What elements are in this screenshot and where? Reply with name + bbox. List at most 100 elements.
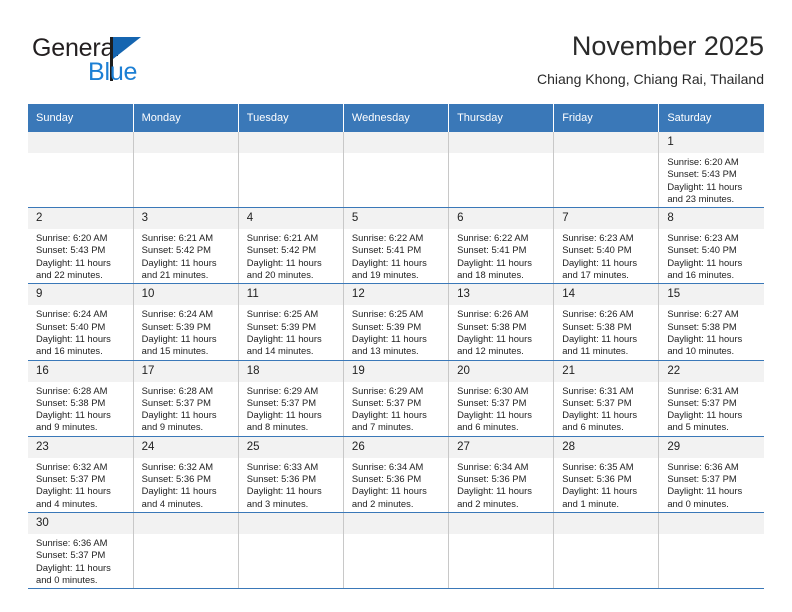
day-details: Sunrise: 6:28 AM Sunset: 5:38 PM Daylight:… [28, 382, 133, 436]
daylight-text-line1: Daylight: 11 hours [141, 409, 217, 421]
sunset-text: Sunset: 5:37 PM [562, 396, 632, 408]
daylight-text-line1: Daylight: 11 hours [351, 332, 427, 344]
day-number [133, 132, 238, 153]
day-details: Sunrise: 6:33 AM Sunset: 5:36 PM Daylight:… [239, 458, 343, 512]
calendar-day-cell[interactable]: 30 Sunrise: 6:36 AM Sunset: 5:37 PM Dayligh… [28, 512, 134, 590]
sunrise-text: Sunrise: 6:34 AM [457, 460, 529, 472]
calendar-day-cell[interactable]: 14 Sunrise: 6:26 AM Sunset: 5:38 PM Dayligh… [553, 283, 660, 361]
calendar-day-cell-empty [553, 132, 660, 209]
daylight-text-line2: and 2 minutes. [457, 497, 519, 509]
calendar-week-row: 2 Sunrise: 6:20 AM Sunset: 5:43 PM Daylight… [28, 207, 764, 285]
weekday-header-row: Sunday Monday Tuesday Wednesday Thursday… [28, 104, 764, 132]
sunrise-text: Sunrise: 6:32 AM [141, 460, 214, 472]
calendar-day-cell[interactable]: 8 Sunrise: 6:23 AM Sunset: 5:40 PM Daylight… [658, 207, 764, 285]
calendar-day-cell[interactable]: 4 Sunrise: 6:21 AM Sunset: 5:42 PM Daylight… [238, 207, 344, 285]
day-details: Sunrise: 6:34 AM Sunset: 5:36 PM Daylight:… [449, 458, 553, 512]
calendar-day-cell[interactable]: 18 Sunrise: 6:29 AM Sunset: 5:37 PM Dayligh… [238, 360, 344, 437]
calendar-day-cell[interactable]: 28 Sunrise: 6:35 AM Sunset: 5:36 PM Dayligh… [553, 436, 660, 513]
day-number: 19 [343, 360, 449, 382]
calendar-day-cell[interactable]: 3 Sunrise: 6:21 AM Sunset: 5:42 PM Daylight… [133, 207, 239, 285]
calendar-day-cell[interactable]: 16 Sunrise: 6:28 AM Sunset: 5:38 PM Dayligh… [28, 360, 134, 437]
calendar-day-cell[interactable]: 21 Sunrise: 6:31 AM Sunset: 5:37 PM Dayligh… [553, 360, 660, 437]
calendar-day-cell[interactable]: 20 Sunrise: 6:30 AM Sunset: 5:37 PM Dayligh… [448, 360, 555, 437]
day-details: Sunrise: 6:24 AM Sunset: 5:39 PM Daylight:… [134, 305, 238, 359]
sunset-text: Sunset: 5:37 PM [36, 473, 106, 485]
sunrise-text: Sunrise: 6:27 AM [667, 308, 739, 320]
sunrise-text: Sunrise: 6:25 AM [351, 308, 424, 320]
day-details: Sunrise: 6:29 AM Sunset: 5:37 PM Daylight:… [344, 382, 448, 436]
calendar-day-cell[interactable]: 7 Sunrise: 6:23 AM Sunset: 5:40 PM Daylight… [553, 207, 660, 285]
calendar-day-cell[interactable]: 22 Sunrise: 6:31 AM Sunset: 5:37 PM Dayligh… [658, 360, 764, 437]
calendar-day-cell[interactable]: 9 Sunrise: 6:24 AM Sunset: 5:40 PM Daylight… [28, 283, 134, 361]
daylight-text-line2: and 3 minutes. [246, 497, 309, 509]
calendar-week-row: 1 Sunrise: 6:20 AM Sunset: 5:43 PM Daylight… [28, 132, 764, 209]
day-number: 21 [554, 360, 659, 382]
title-block: November 2025 Chiang Khong, Chiang Rai, … [244, 30, 764, 88]
weekday-header-sunday: Sunday [28, 104, 134, 132]
day-details: Sunrise: 6:31 AM Sunset: 5:37 PM Daylight:… [659, 382, 764, 436]
weekday-header-tuesday: Tuesday [238, 104, 344, 132]
sunset-text: Sunset: 5:43 PM [36, 244, 106, 256]
sunset-text: Sunset: 5:38 PM [36, 396, 106, 408]
day-details: Sunrise: 6:36 AM Sunset: 5:37 PM Daylight:… [659, 458, 764, 512]
calendar-day-cell[interactable]: 23 Sunrise: 6:32 AM Sunset: 5:37 PM Dayligh… [28, 436, 134, 513]
calendar-day-cell[interactable]: 27 Sunrise: 6:34 AM Sunset: 5:36 PM Dayligh… [448, 436, 555, 513]
sunrise-text: Sunrise: 6:22 AM [351, 232, 424, 244]
calendar-day-cell-empty [133, 132, 239, 209]
calendar-day-cell[interactable]: 10 Sunrise: 6:24 AM Sunset: 5:39 PM Dayligh… [133, 283, 239, 361]
daylight-text-line2: and 22 minutes. [36, 269, 103, 281]
sunset-text: Sunset: 5:39 PM [246, 320, 317, 332]
calendar-day-cell[interactable]: 11 Sunrise: 6:25 AM Sunset: 5:39 PM Dayligh… [238, 283, 344, 361]
sunrise-text: Sunrise: 6:25 AM [246, 308, 319, 320]
calendar-day-cell[interactable]: 24 Sunrise: 6:32 AM Sunset: 5:36 PM Dayligh… [133, 436, 239, 513]
calendar-day-cell[interactable]: 5 Sunrise: 6:22 AM Sunset: 5:41 PM Daylight… [343, 207, 450, 285]
daylight-text-line1: Daylight: 11 hours [667, 256, 743, 268]
sunset-text: Sunset: 5:38 PM [457, 320, 527, 332]
triangle-flag-icon [113, 37, 141, 59]
calendar-day-cell-empty [553, 512, 660, 590]
calendar-day-cell[interactable]: 1 Sunrise: 6:20 AM Sunset: 5:43 PM Daylight… [658, 132, 764, 209]
day-number [554, 132, 659, 153]
calendar-day-cell-empty [343, 132, 450, 209]
day-number: 14 [554, 284, 659, 306]
daylight-text-line1: Daylight: 11 hours [562, 332, 638, 344]
calendar-day-cell[interactable]: 6 Sunrise: 6:22 AM Sunset: 5:41 PM Daylight… [448, 207, 555, 285]
sunrise-text: Sunrise: 6:20 AM [36, 232, 108, 244]
sunrise-text: Sunrise: 6:35 AM [562, 460, 634, 472]
brand-logo[interactable]: General Blue [32, 34, 212, 90]
calendar-day-cell[interactable]: 29 Sunrise: 6:36 AM Sunset: 5:37 PM Dayligh… [658, 436, 764, 513]
page-header: General Blue November 2025 Chiang Khong,… [28, 30, 764, 100]
calendar-day-cell[interactable]: 13 Sunrise: 6:26 AM Sunset: 5:38 PM Dayligh… [448, 283, 555, 361]
daylight-text-line1: Daylight: 11 hours [246, 256, 322, 268]
day-number: 18 [238, 360, 343, 382]
day-details: Sunrise: 6:25 AM Sunset: 5:39 PM Daylight:… [344, 305, 448, 359]
calendar-day-cell[interactable]: 19 Sunrise: 6:29 AM Sunset: 5:37 PM Dayligh… [343, 360, 450, 437]
sunrise-text: Sunrise: 6:23 AM [562, 232, 634, 244]
day-number: 22 [659, 360, 764, 382]
calendar-week-row: 9 Sunrise: 6:24 AM Sunset: 5:40 PM Daylight… [28, 283, 764, 361]
sunrise-text: Sunrise: 6:24 AM [141, 308, 214, 320]
weekday-header-saturday: Saturday [658, 104, 764, 132]
calendar-day-cell[interactable]: 2 Sunrise: 6:20 AM Sunset: 5:43 PM Daylight… [28, 207, 134, 285]
brand-name-secondary: Blue [88, 58, 138, 86]
daylight-text-line2: and 1 minute. [562, 497, 620, 509]
calendar-day-cell[interactable]: 12 Sunrise: 6:25 AM Sunset: 5:39 PM Dayligh… [343, 283, 450, 361]
day-details: Sunrise: 6:36 AM Sunset: 5:37 PM Daylight:… [28, 534, 133, 588]
sunrise-text: Sunrise: 6:26 AM [457, 308, 529, 320]
calendar-day-cell-empty [448, 512, 555, 590]
day-number: 11 [238, 284, 343, 306]
day-number: 4 [238, 208, 343, 230]
calendar-day-cell[interactable]: 25 Sunrise: 6:33 AM Sunset: 5:36 PM Dayligh… [238, 436, 344, 513]
day-number [343, 512, 449, 534]
day-details: Sunrise: 6:20 AM Sunset: 5:43 PM Daylight:… [28, 229, 133, 283]
sunset-text: Sunset: 5:41 PM [457, 244, 527, 256]
calendar-day-cell[interactable]: 17 Sunrise: 6:28 AM Sunset: 5:37 PM Dayligh… [133, 360, 239, 437]
day-number [343, 132, 449, 153]
calendar-day-cell[interactable]: 26 Sunrise: 6:34 AM Sunset: 5:36 PM Dayligh… [343, 436, 450, 513]
daylight-text-line1: Daylight: 11 hours [351, 485, 427, 497]
calendar-day-cell[interactable]: 15 Sunrise: 6:27 AM Sunset: 5:38 PM Dayligh… [658, 283, 764, 361]
sunset-text: Sunset: 5:41 PM [351, 244, 422, 256]
daylight-text-line2: and 17 minutes. [562, 269, 629, 281]
day-details: Sunrise: 6:21 AM Sunset: 5:42 PM Daylight:… [239, 229, 343, 283]
day-number: 25 [238, 436, 343, 458]
